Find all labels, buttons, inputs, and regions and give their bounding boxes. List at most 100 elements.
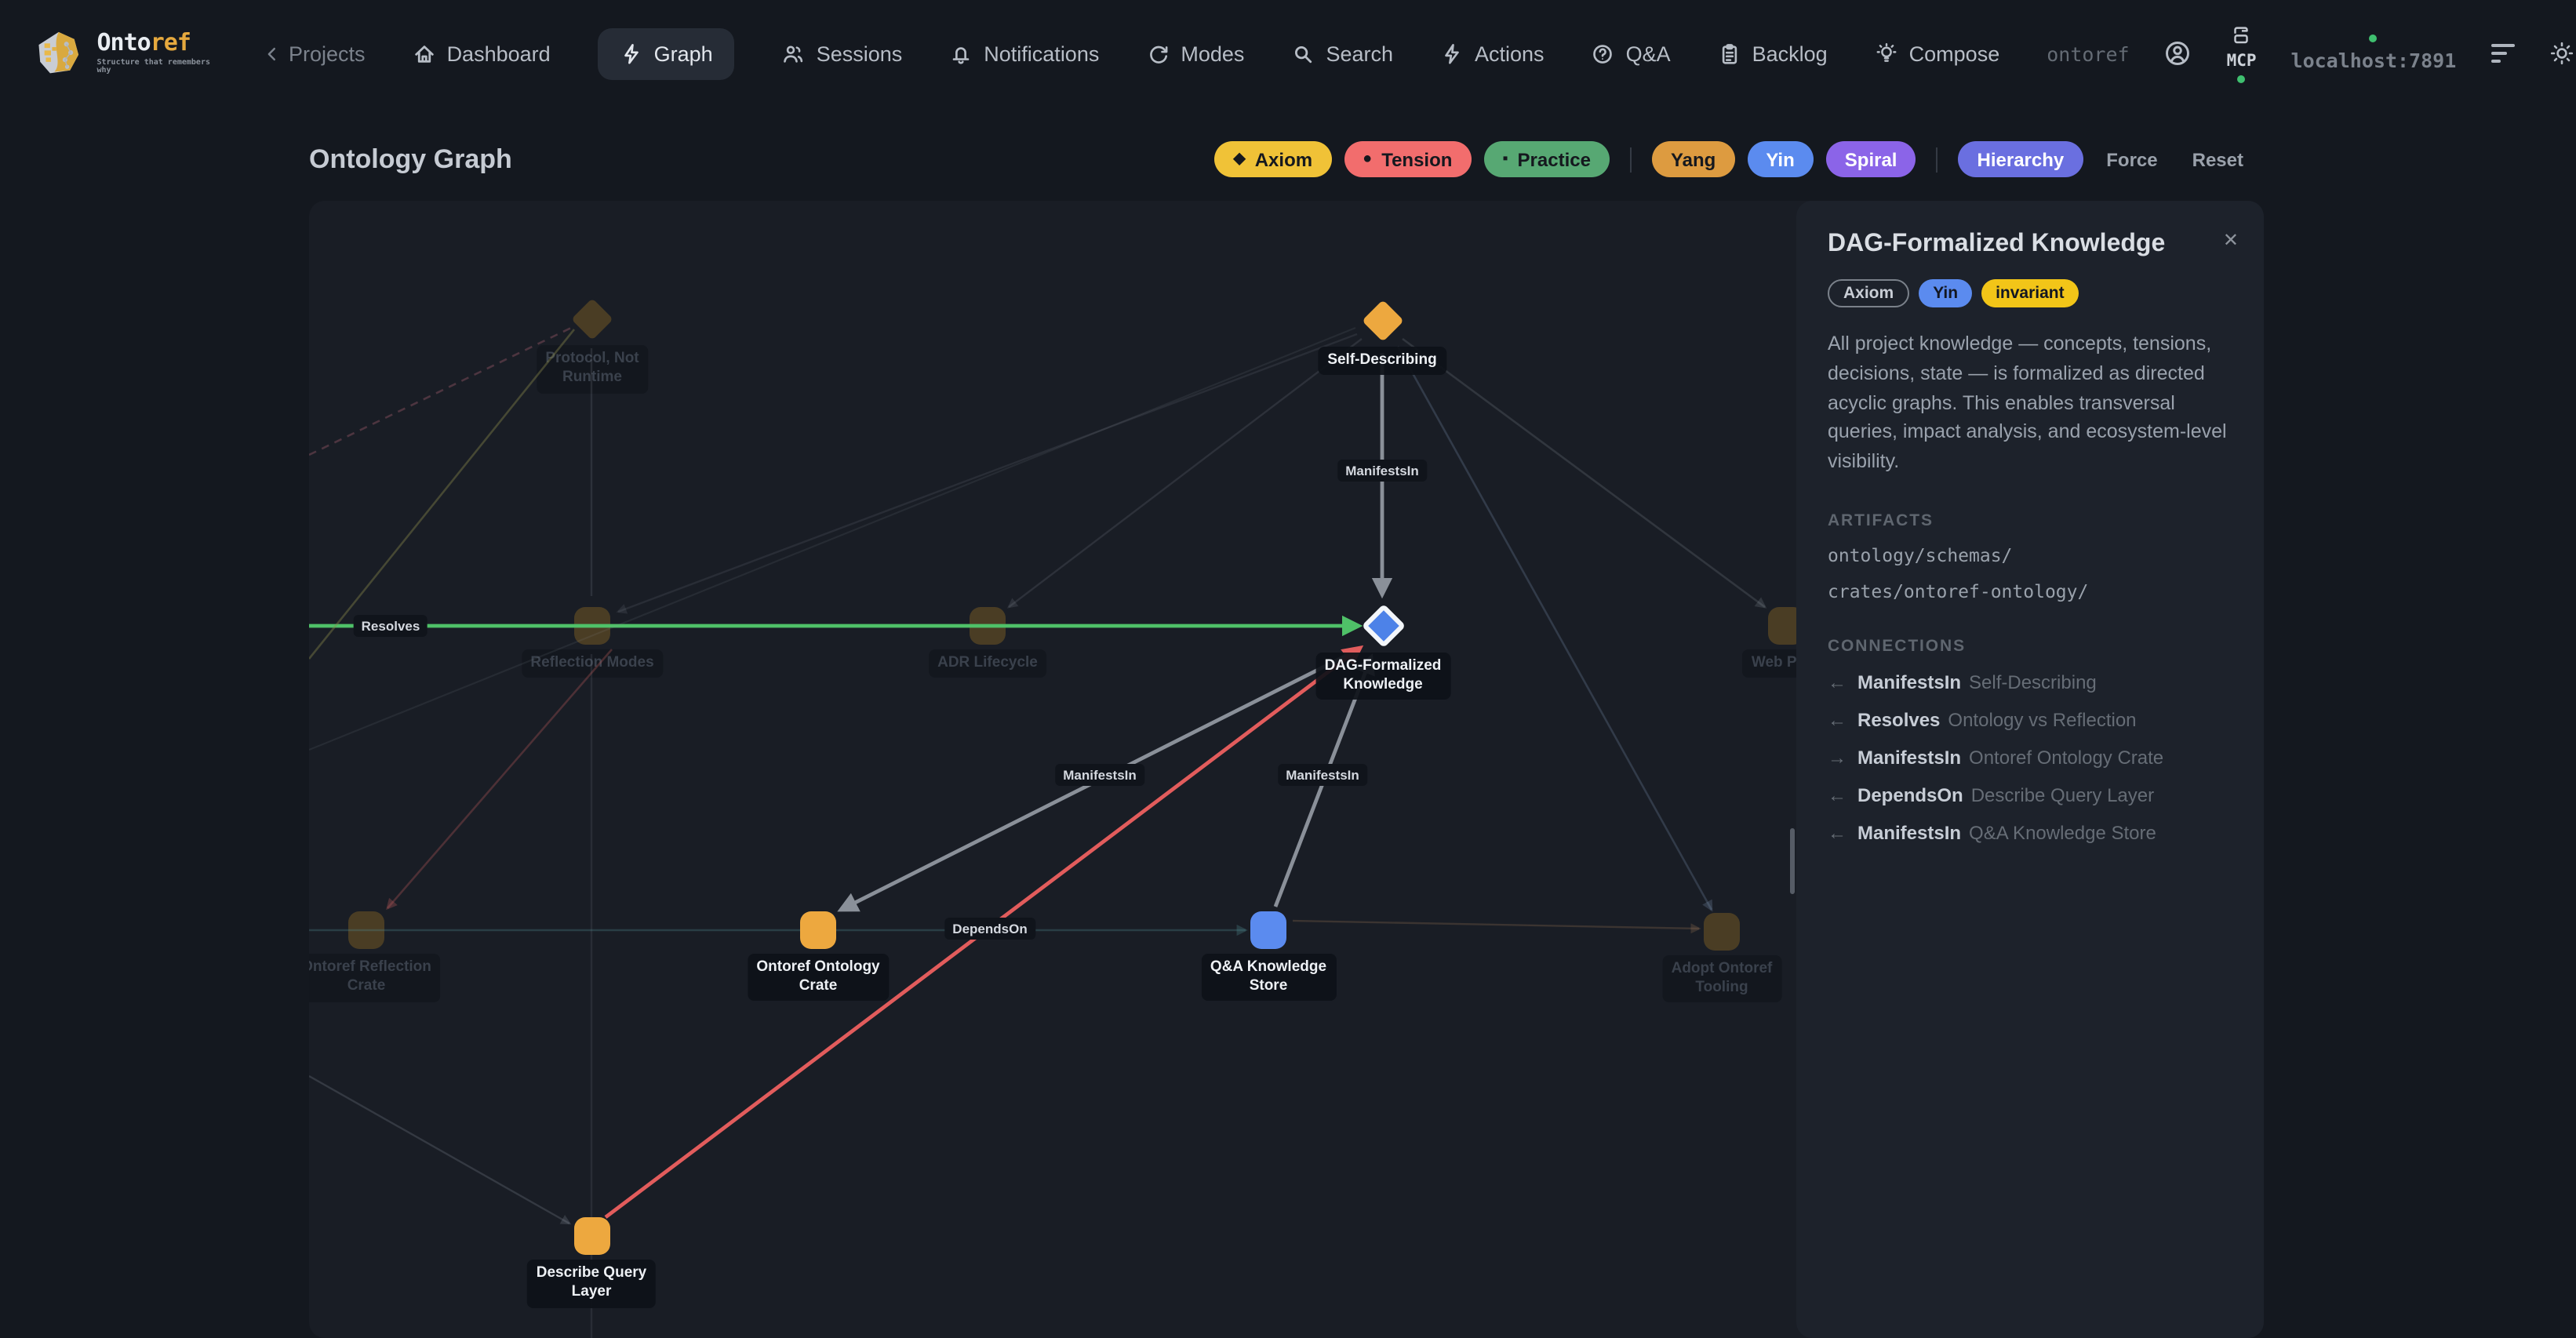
page-title: Ontology Graph: [309, 144, 1214, 175]
chip-divider: [1630, 147, 1632, 172]
connection-verb: DependsOn: [1857, 784, 1963, 806]
search-icon: [1291, 42, 1315, 65]
node-label: Self-Describing: [1318, 347, 1446, 376]
node-label: Describe Query Layer: [527, 1260, 656, 1307]
arrow-left-icon: ←: [1828, 784, 1846, 806]
arrow-right-icon: →: [1828, 747, 1846, 769]
edge-label-manifestsin: ManifestsIn: [1055, 764, 1144, 786]
nav-item-backlog[interactable]: Backlog: [1718, 42, 1828, 65]
polarity-filter-chip-yang[interactable]: Yang: [1652, 141, 1734, 177]
nav-right-cluster: ontoref MCP localhost:7891: [2047, 24, 2574, 83]
bolt-icon: [1440, 42, 1464, 65]
panel-badges: Axiom Yin invariant: [1828, 279, 2232, 307]
type-filter-chip-axiom[interactable]: ◆Axiom: [1214, 141, 1331, 177]
bell-icon: [949, 42, 973, 65]
nav-item-sessions[interactable]: Sessions: [782, 42, 903, 65]
tension-glyph-icon: ●: [1363, 151, 1372, 167]
clipboard-icon: [1718, 42, 1741, 65]
nav-item-modes[interactable]: Modes: [1146, 42, 1244, 65]
edge-label-manifestsin: ManifestsIn: [1337, 460, 1427, 482]
nav-item-actions[interactable]: Actions: [1440, 42, 1545, 65]
panel-close-icon[interactable]: ✕: [2223, 229, 2239, 251]
server-status-dot: [2370, 35, 2378, 42]
node-detail-panel: DAG-Formalized Knowledge ✕ Axiom Yin invar…: [1796, 201, 2264, 1338]
queue-menu-icon[interactable]: [2490, 44, 2514, 63]
filter-chip-row: ◆Axiom ●Tension ▪Practice Yang Yin Spiral Hier…: [1214, 141, 2254, 177]
connections-section-title: CONNECTIONS: [1828, 637, 2232, 656]
chip-divider: [1937, 147, 1938, 172]
nav-item-dashboard[interactable]: Dashboard: [413, 42, 551, 65]
arrow-left-icon: ←: [1828, 822, 1846, 844]
app-window: Ontoref Structure that remembers why Pro…: [0, 0, 2576, 1338]
edge-label-manifestsin: ManifestsIn: [1278, 764, 1367, 786]
connection-row[interactable]: ←ManifestsInSelf-Describing: [1828, 671, 2232, 693]
connection-row[interactable]: ← DependsOn Describe Query Layer: [1828, 784, 2232, 806]
ontoref-logo-icon: [35, 27, 83, 80]
panel-title: DAG-Formalized Knowledge: [1828, 229, 2220, 259]
artifact-path: ontology/schemas/: [1828, 544, 2232, 566]
nav-item-notifications[interactable]: Notifications: [949, 42, 1099, 65]
brand-text: Ontoref Structure that remembers why: [97, 31, 217, 75]
home-icon: [413, 42, 436, 65]
connection-row[interactable]: ← Resolves Ontology vs Reflection: [1828, 709, 2232, 731]
people-icon: [782, 42, 806, 65]
artifacts-section-title: ARTIFACTS: [1828, 511, 2232, 530]
connection-row[interactable]: → ManifestsIn Ontoref Ontology Crate: [1828, 747, 2232, 769]
connection-target: Q&A Knowledge Store: [1969, 822, 2156, 844]
panel-badge-yin: Yin: [1919, 279, 1972, 307]
arrow-left-icon: ←: [1828, 709, 1846, 731]
connection-verb: Resolves: [1857, 709, 1940, 731]
nav-back-projects[interactable]: Projects: [264, 42, 366, 65]
mcp-status[interactable]: MCP: [2227, 24, 2257, 83]
panel-badge-invariant: invariant: [1981, 279, 2079, 307]
server-status: localhost:7891: [2291, 35, 2457, 72]
theme-sun-icon[interactable]: [2549, 41, 2574, 66]
panel-badge-axiom: Axiom: [1828, 279, 1909, 307]
layout-chip-hierarchy[interactable]: Hierarchy: [1959, 141, 2083, 177]
connection-target: Describe Query Layer: [1971, 784, 2154, 806]
workspace-name: ontoref: [2047, 42, 2129, 65]
type-filter-chip-tension[interactable]: ●Tension: [1344, 141, 1471, 177]
arrow-left-icon: ←: [1828, 671, 1846, 693]
type-filter-chip-practice[interactable]: ▪Practice: [1483, 141, 1610, 177]
brand[interactable]: Ontoref Structure that remembers why: [35, 27, 216, 80]
graph-scrollbar-thumb[interactable]: [1790, 828, 1795, 894]
axiom-glyph-icon: ◆: [1233, 151, 1245, 167]
artifacts-list: ontology/schemas/crates/ontoref-ontology…: [1828, 544, 2232, 602]
node-label: DAG-Formalized Knowledge: [1315, 652, 1451, 700]
question-circle-icon: [1592, 42, 1615, 65]
node-shape-square: [1250, 911, 1286, 948]
node-label: Ontoref Ontology Crate: [747, 953, 889, 1001]
edge-label-dependson: DependsOn: [944, 918, 1035, 940]
practice-glyph-icon: ▪: [1502, 151, 1508, 167]
panel-description: All project knowledge — concepts, tensio…: [1828, 329, 2229, 477]
connection-target: Ontology vs Reflection: [1948, 709, 2136, 731]
bolt-icon: [620, 42, 643, 65]
node-shape-square: [573, 1217, 609, 1255]
chevron-left-icon: [264, 45, 281, 62]
mcp-server-icon: [2230, 24, 2254, 47]
user-avatar-icon[interactable]: [2164, 39, 2192, 67]
nav-item-graph[interactable]: Graph: [598, 27, 735, 79]
connection-target: Self-Describing: [1969, 671, 2097, 693]
polarity-filter-chip-yin[interactable]: Yin: [1747, 141, 1813, 177]
connections-list: ←ManifestsInSelf-Describing←ResolvesOnto…: [1828, 671, 2232, 844]
brand-tagline: Structure that remembers why: [97, 60, 217, 75]
cycle-icon: [1146, 42, 1170, 65]
mcp-status-dot: [2238, 75, 2246, 83]
lightbulb-icon: [1875, 42, 1898, 65]
nav-item-search[interactable]: Search: [1291, 42, 1393, 65]
nav-item-qa[interactable]: Q&A: [1592, 42, 1671, 65]
connection-row[interactable]: ←ManifestsInQ&A Knowledge Store: [1828, 822, 2232, 844]
layout-chip-reset[interactable]: Reset: [2181, 141, 2254, 177]
polarity-filter-chip-spiral[interactable]: Spiral: [1826, 141, 1916, 177]
artifact-path: crates/ontoref-ontology/: [1828, 580, 2232, 602]
nav-item-compose[interactable]: Compose: [1875, 42, 2000, 65]
edge-label-resolves: Resolves: [354, 615, 428, 637]
top-nav: Ontoref Structure that remembers why Pro…: [0, 0, 2576, 107]
connection-verb: ManifestsIn: [1857, 747, 1961, 769]
layout-chip-force[interactable]: Force: [2095, 141, 2168, 177]
connection-target: Ontoref Ontology Crate: [1969, 747, 2163, 769]
graph-toolbar: Ontology Graph ◆Axiom ●Tension ▪Practice Ya…: [309, 141, 2254, 177]
server-host: localhost:7891: [2291, 49, 2457, 72]
